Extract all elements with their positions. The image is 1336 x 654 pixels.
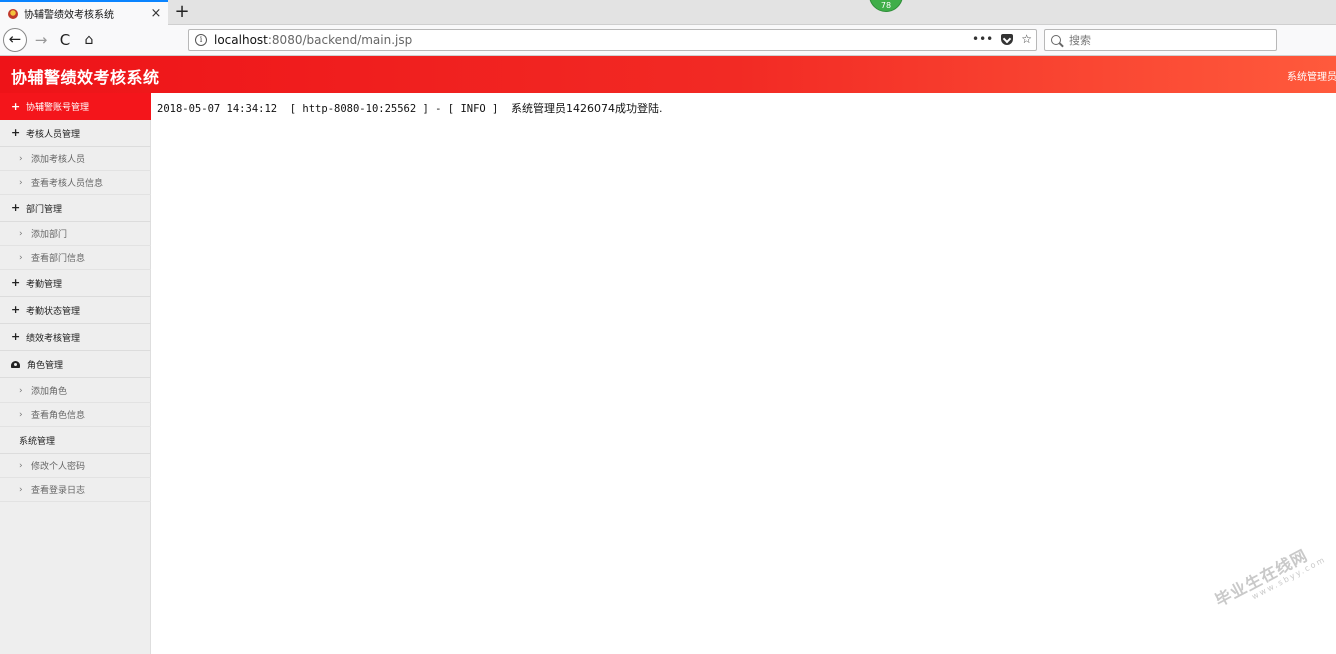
sidebar-item-label: 系统管理 bbox=[19, 436, 56, 447]
chevron-right-icon: › bbox=[19, 177, 23, 188]
plus-icon: + bbox=[11, 99, 21, 113]
current-user[interactable]: 系统管理员 bbox=[1287, 68, 1336, 83]
chevron-right-icon: › bbox=[19, 252, 23, 263]
sidebar-item-label: 查看部门信息 bbox=[31, 254, 86, 264]
log-thread: [ http-8080-10:25562 ] - [ INFO ] bbox=[289, 103, 499, 115]
app-title: 协辅警绩效考核系统 bbox=[11, 68, 160, 87]
plus-icon: + bbox=[11, 303, 21, 316]
back-arrow-icon[interactable]: ← bbox=[3, 28, 27, 52]
browser-tab-active[interactable]: 协辅警绩效考核系统 × bbox=[0, 0, 168, 25]
sidebar: + 协辅警账号管理 + 考核人员管理 › 添加考核人员 › 查看考核人员信息 +… bbox=[0, 93, 151, 654]
sidebar-item-view-roles[interactable]: › 查看角色信息 bbox=[0, 403, 151, 427]
notification-badge[interactable]: 78 bbox=[869, 0, 903, 12]
chevron-right-icon: › bbox=[19, 460, 23, 471]
url-bar[interactable]: i localhost:8080/backend/main.jsp ••• ☆ bbox=[188, 29, 1037, 51]
sidebar-item-attendance-status-management[interactable]: + 考勤状态管理 bbox=[0, 297, 151, 324]
dashboard-icon bbox=[11, 360, 21, 368]
more-actions-icon[interactable]: ••• bbox=[972, 32, 993, 46]
tab-title: 协辅警绩效考核系统 bbox=[24, 10, 114, 21]
reload-icon[interactable]: C bbox=[55, 30, 75, 50]
chevron-right-icon: › bbox=[19, 385, 23, 396]
sidebar-item-label: 添加考核人员 bbox=[31, 155, 86, 165]
app-header: 协辅警绩效考核系统 系统管理员 bbox=[0, 56, 1336, 93]
chevron-right-icon: › bbox=[19, 153, 23, 164]
watermark: 毕业生在线网 www.sbyy.com bbox=[1210, 535, 1328, 617]
plus-icon: + bbox=[11, 330, 21, 343]
plus-icon: + bbox=[11, 201, 21, 214]
close-icon[interactable]: × bbox=[148, 6, 164, 22]
sidebar-item-view-assessors[interactable]: › 查看考核人员信息 bbox=[0, 171, 151, 195]
log-message: 系统管理员1426074成功登陆. bbox=[511, 102, 663, 115]
login-log-entry: 2018-05-07 14:34:12 [ http-8080-10:25562… bbox=[157, 100, 663, 116]
plus-icon: + bbox=[11, 276, 21, 289]
url-path: :8080/backend/main.jsp bbox=[267, 33, 413, 47]
search-placeholder: 搜索 bbox=[1069, 34, 1091, 47]
sidebar-item-label: 角色管理 bbox=[27, 360, 64, 371]
sidebar-item-account-management[interactable]: + 协辅警账号管理 bbox=[0, 93, 151, 120]
sidebar-item-label: 添加角色 bbox=[31, 387, 68, 397]
sidebar-item-add-assessor[interactable]: › 添加考核人员 bbox=[0, 147, 151, 171]
sidebar-item-label: 查看考核人员信息 bbox=[31, 179, 104, 189]
pocket-icon[interactable] bbox=[1001, 33, 1014, 45]
new-tab-button[interactable]: + bbox=[172, 2, 192, 22]
sidebar-item-label: 考勤状态管理 bbox=[26, 306, 81, 317]
plus-icon: + bbox=[11, 126, 21, 139]
sidebar-item-view-departments[interactable]: › 查看部门信息 bbox=[0, 246, 151, 270]
forward-arrow-icon[interactable]: → bbox=[31, 30, 51, 50]
sidebar-item-change-password[interactable]: › 修改个人密码 bbox=[0, 454, 151, 478]
sidebar-item-label: 协辅警账号管理 bbox=[26, 103, 90, 113]
browser-tab-strip: 协辅警绩效考核系统 × + 78 bbox=[0, 0, 1336, 25]
info-icon[interactable]: i bbox=[195, 34, 207, 46]
chevron-right-icon: › bbox=[19, 409, 23, 420]
police-badge-icon bbox=[8, 8, 18, 19]
sidebar-item-department-management[interactable]: + 部门管理 bbox=[0, 195, 151, 222]
home-icon[interactable]: ⌂ bbox=[79, 30, 99, 50]
sidebar-item-add-department[interactable]: › 添加部门 bbox=[0, 222, 151, 246]
sidebar-item-system-management[interactable]: 系统管理 bbox=[0, 427, 151, 454]
log-timestamp: 2018-05-07 14:34:12 bbox=[157, 103, 278, 115]
sidebar-item-role-management[interactable]: 角色管理 bbox=[0, 351, 151, 378]
sidebar-item-label: 修改个人密码 bbox=[31, 462, 86, 472]
browser-nav-bar: ← → C ⌂ i localhost:8080/backend/main.js… bbox=[0, 25, 1336, 56]
bookmark-star-icon[interactable]: ☆ bbox=[1021, 32, 1032, 46]
search-input[interactable]: 搜索 bbox=[1044, 29, 1277, 51]
sidebar-item-add-role[interactable]: › 添加角色 bbox=[0, 379, 151, 403]
sidebar-item-label: 考勤管理 bbox=[26, 279, 63, 290]
sidebar-item-performance-management[interactable]: + 绩效考核管理 bbox=[0, 324, 151, 351]
sidebar-item-attendance-management[interactable]: + 考勤管理 bbox=[0, 270, 151, 297]
sidebar-item-label: 添加部门 bbox=[31, 230, 68, 240]
sidebar-item-label: 查看角色信息 bbox=[31, 411, 86, 421]
url-host: localhost bbox=[214, 33, 268, 47]
sidebar-item-label: 考核人员管理 bbox=[26, 129, 81, 140]
sidebar-item-assessor-management[interactable]: + 考核人员管理 bbox=[0, 120, 151, 147]
chevron-right-icon: › bbox=[19, 484, 23, 495]
search-icon bbox=[1051, 35, 1061, 45]
sidebar-item-label: 部门管理 bbox=[26, 204, 63, 215]
sidebar-item-view-login-log[interactable]: › 查看登录日志 bbox=[0, 478, 151, 502]
chevron-right-icon: › bbox=[19, 228, 23, 239]
sidebar-item-label: 查看登录日志 bbox=[31, 486, 86, 496]
sidebar-item-label: 绩效考核管理 bbox=[26, 333, 81, 344]
